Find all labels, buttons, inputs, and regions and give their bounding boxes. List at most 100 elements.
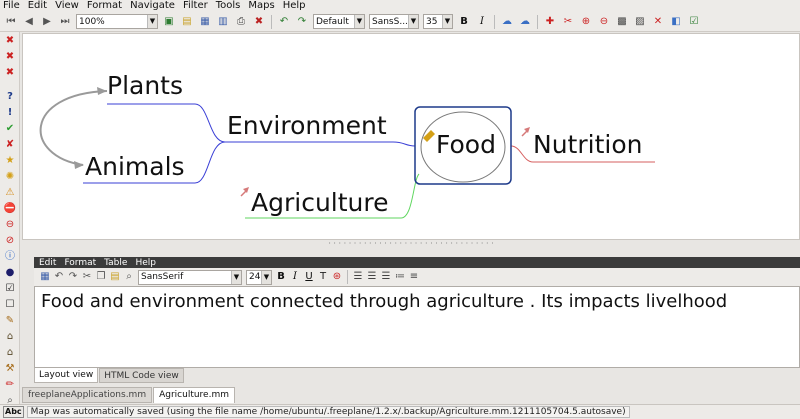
tab-agriculture[interactable]: Agriculture.mm [153,387,235,403]
save-as-icon[interactable]: ▥ [216,15,230,29]
no-entry-icon[interactable]: ⊖ [3,218,17,232]
text-color-icon[interactable]: T [317,270,329,284]
copy-icon[interactable]: ❐ [95,270,107,284]
node-environment[interactable]: Environment [227,111,387,140]
cross-icon[interactable]: ✘ [3,138,17,152]
checkbox-empty-icon[interactable]: ☐ [3,298,17,312]
next-icon[interactable]: ▶ [40,15,54,29]
cloud-color-icon[interactable]: ☁ [518,15,532,29]
pencil-icon[interactable]: ✏ [3,378,17,392]
align-left-icon[interactable]: ☰ [352,270,364,284]
numbered-list-icon[interactable]: ≡ [408,270,420,284]
wand-icon[interactable]: ✎ [3,314,17,328]
first-icon[interactable]: ⏮ [4,15,18,29]
add-link-icon[interactable]: ✚ [543,15,557,29]
filter-icon[interactable]: ◧ [669,15,683,29]
tab-freeplane-applications[interactable]: freeplaneApplications.mm [22,387,153,403]
open-icon[interactable]: ▤ [180,15,194,29]
tab-layout-view[interactable]: Layout view [34,368,99,383]
remove-last-icon-icon[interactable]: ✖ [3,34,17,48]
stop-icon[interactable]: ⛔ [3,202,17,216]
bold-button[interactable]: B [275,270,287,284]
menu-tools[interactable]: Tools [216,0,241,12]
node-food[interactable]: Food [436,130,496,159]
undo-icon[interactable]: ↶ [53,270,65,284]
redo-icon[interactable]: ↷ [67,270,79,284]
idea-icon[interactable]: ✺ [3,170,17,184]
node-animals[interactable]: Animals [85,152,185,181]
style-select[interactable]: Default ▼ [313,14,365,29]
previous-icon[interactable]: ◀ [22,15,36,29]
print-icon[interactable]: ⎙ [234,15,248,29]
note-editor[interactable]: Food and environment connected through a… [34,286,800,368]
node-plants[interactable]: Plants [107,71,183,100]
bold-button[interactable]: B [457,15,471,29]
menu-maps[interactable]: Maps [248,0,274,12]
remove-link-icon[interactable]: ✂ [561,15,575,29]
checkbox-icon[interactable]: ☑ [687,15,701,29]
arrow-head [74,161,84,169]
note-size-select[interactable]: 24 ▼ [246,269,272,285]
note-menu-table[interactable]: Table [104,258,127,268]
arrow-head [97,87,107,95]
note-menu-format[interactable]: Format [64,258,96,268]
dot-icon[interactable]: ● [3,266,17,280]
question-icon[interactable]: ? [3,90,17,104]
menu-format[interactable]: Format [87,0,122,12]
cloud-icon[interactable]: ☁ [500,15,514,29]
paste-icon[interactable]: ▤ [109,270,121,284]
node-nutrition[interactable]: Nutrition [533,130,642,159]
panel-splitter[interactable]: · · · · · · · · · · · · · · · · · · · · … [22,240,800,257]
hammer-icon[interactable]: ⚒ [3,362,17,376]
redo-icon[interactable]: ↷ [295,15,309,29]
find-icon[interactable]: ⌕ [123,270,135,284]
zoom-in-icon[interactable]: ⊕ [579,15,593,29]
note-text[interactable]: Food and environment connected through a… [41,291,727,312]
add-image-icon[interactable]: ▨ [633,15,647,29]
exclamation-icon[interactable]: ! [3,106,17,120]
tab-html-code-view[interactable]: HTML Code view [99,368,184,383]
align-right-icon[interactable]: ☰ [380,270,392,284]
mindmap-canvas[interactable]: Plants Animals Environment Food Nutritio… [22,33,800,240]
home-icon[interactable]: ⌂ [3,330,17,344]
remove-all-icons-icon[interactable]: ✖ [3,50,17,64]
underline-icon[interactable]: U [303,270,315,284]
bullet-list-icon[interactable]: ≔ [394,270,406,284]
close-icon[interactable]: ✖ [252,15,266,29]
map-connectors [39,87,655,219]
italic-button[interactable]: I [289,270,301,284]
add-icon-icon[interactable]: ▩ [615,15,629,29]
font-select[interactable]: SansS... ▼ [369,14,419,29]
info-icon[interactable]: ⓘ [3,250,17,264]
zoom-out-icon[interactable]: ⊖ [597,15,611,29]
node-agriculture[interactable]: Agriculture [251,188,389,217]
remove-format-icon[interactable]: ⊛ [331,270,343,284]
menu-edit[interactable]: Edit [28,0,47,12]
size-select[interactable]: 35 ▼ [423,14,453,29]
note-menu-edit[interactable]: Edit [39,258,56,268]
italic-button[interactable]: I [475,15,489,29]
note-menu-help[interactable]: Help [135,258,156,268]
note-font-select[interactable]: SansSerif ▼ [138,269,242,285]
star-icon[interactable]: ★ [3,154,17,168]
remove-first-icon-icon[interactable]: ✖ [3,66,17,80]
prohibited-icon[interactable]: ⊘ [3,234,17,248]
cut-icon[interactable]: ✂ [81,270,93,284]
menu-navigate[interactable]: Navigate [130,0,175,12]
checkbox-checked-icon[interactable]: ☑ [3,282,17,296]
last-icon[interactable]: ⏭ [58,15,72,29]
menu-help[interactable]: Help [283,0,306,12]
save-icon[interactable]: ▦ [198,15,212,29]
check-icon[interactable]: ✔ [3,122,17,136]
undo-icon[interactable]: ↶ [277,15,291,29]
menu-file[interactable]: File [3,0,20,12]
menu-filter[interactable]: Filter [183,0,208,12]
zoom-select[interactable]: 100% ▼ [76,14,158,29]
new-map-icon[interactable]: ▣ [162,15,176,29]
menu-view[interactable]: View [55,0,79,12]
house-icon[interactable]: ⌂ [3,346,17,360]
remove-icon-icon[interactable]: ✕ [651,15,665,29]
align-center-icon[interactable]: ☰ [366,270,378,284]
save-icon[interactable]: ▦ [39,270,51,284]
warning-icon[interactable]: ⚠ [3,186,17,200]
